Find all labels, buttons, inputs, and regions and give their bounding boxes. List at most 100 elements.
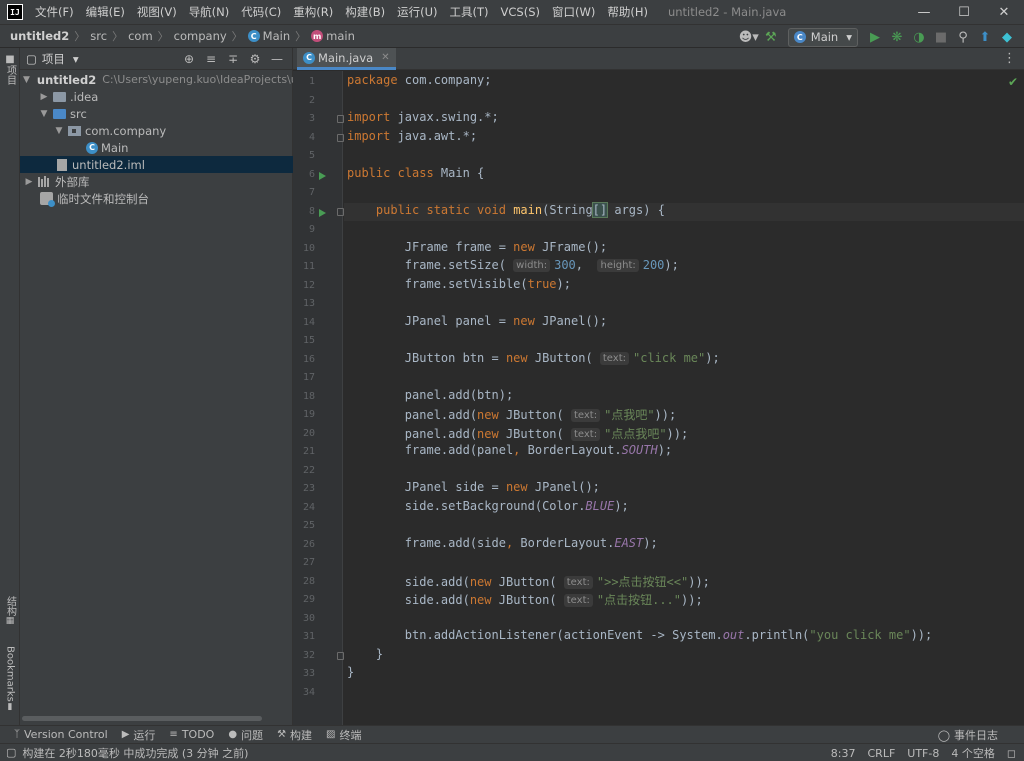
- line-number: 32: [302, 649, 315, 661]
- menu-vcs[interactable]: VCS(S): [495, 0, 546, 24]
- line-separator[interactable]: CRLF: [868, 747, 896, 760]
- indent-setting[interactable]: 4 个空格: [951, 745, 995, 761]
- menu-view[interactable]: 视图(V): [131, 0, 183, 24]
- version-control-tool-button[interactable]: ᛉ Version Control: [14, 728, 108, 741]
- structure-tool-button[interactable]: 结构 ▦: [0, 596, 20, 626]
- code-editor[interactable]: ✔ package com.company; import javax.swin…: [344, 71, 1024, 725]
- breadcrumb-main-method-label: main: [326, 29, 355, 43]
- update-icon[interactable]: ⬆: [974, 26, 996, 48]
- iml-file-icon: [57, 158, 67, 171]
- problems-tool-button[interactable]: ● 问题: [228, 727, 263, 743]
- maximize-icon[interactable]: ☐: [944, 0, 984, 24]
- stop-icon[interactable]: ■: [930, 26, 952, 48]
- debug-bug-icon[interactable]: ❋: [886, 26, 908, 48]
- project-view-selector[interactable]: ▢ 项目 ▾: [26, 51, 79, 67]
- run-gutter-icon[interactable]: [319, 208, 326, 217]
- close-window-icon[interactable]: ✕: [984, 0, 1024, 24]
- line-number: 13: [302, 298, 315, 309]
- search-icon[interactable]: ⚲: [952, 26, 974, 48]
- plugin-logo-icon[interactable]: ◆: [996, 26, 1018, 48]
- menu-help[interactable]: 帮助(H): [601, 0, 654, 24]
- fold-icon[interactable]: [337, 133, 344, 142]
- line-number: 9: [308, 224, 315, 235]
- run-toolbar: ☻▾ ⚒ C Main ▾ ▶ ❋ ◑ ■ ⚲ ⬆ ◆: [738, 25, 1018, 49]
- tree-item-package[interactable]: ▼ com.company: [20, 122, 293, 139]
- breadcrumb-project[interactable]: untitled2: [10, 29, 69, 43]
- code-line: frame.setVisible(true);: [347, 276, 571, 291]
- run-gutter-icon[interactable]: [319, 171, 326, 180]
- minimize-icon[interactable]: —: [904, 0, 944, 24]
- chevron-down-icon: ▼: [55, 125, 63, 136]
- line-number: 4: [308, 131, 315, 143]
- terminal-icon: ▨: [326, 729, 336, 740]
- expand-all-icon[interactable]: ≡: [200, 52, 222, 66]
- run-icon[interactable]: ▶: [864, 26, 886, 48]
- menu-file[interactable]: 文件(F): [29, 0, 80, 24]
- build-hammer-icon[interactable]: ⚒: [760, 26, 782, 48]
- tab-main-java[interactable]: C Main.java ✕: [297, 48, 396, 70]
- user-account-icon[interactable]: ☻▾: [738, 26, 760, 48]
- menu-tools[interactable]: 工具(T): [444, 0, 495, 24]
- collapse-all-icon[interactable]: ∓: [222, 52, 244, 66]
- code-string: "click me": [633, 350, 706, 365]
- line-number: 27: [302, 557, 315, 568]
- inspection-ok-icon[interactable]: ✔: [1008, 75, 1018, 89]
- menu-run[interactable]: 运行(U): [391, 0, 443, 24]
- line-number: 6: [308, 168, 315, 180]
- menu-build[interactable]: 构建(B): [339, 0, 391, 24]
- code-line-current: public static void main(String[] args) {: [344, 201, 1024, 221]
- code-line: package com.company;: [347, 73, 492, 87]
- close-tab-icon[interactable]: ✕: [381, 52, 389, 63]
- tree-item-iml-file[interactable]: untitled2.iml: [20, 156, 293, 173]
- event-log-tool-button[interactable]: ◯ 事件日志: [938, 726, 998, 744]
- tree-item-scratches[interactable]: 临时文件和控制台: [20, 190, 293, 207]
- tool-button-label: 问题: [241, 728, 264, 742]
- run-tool-button[interactable]: ▶ 运行: [122, 727, 156, 743]
- menu-edit[interactable]: 编辑(E): [80, 0, 131, 24]
- tree-item-src[interactable]: ▼ src: [20, 105, 293, 122]
- coverage-icon[interactable]: ◑: [908, 26, 930, 48]
- code-line: frame.setSize( width: 300, height: 200);: [347, 258, 679, 272]
- lock-icon[interactable]: ◻: [1007, 747, 1016, 760]
- tree-item-main-class[interactable]: C Main: [20, 139, 293, 156]
- breadcrumb-main-class[interactable]: C Main: [247, 29, 290, 43]
- code-line: public class Main {: [347, 165, 485, 180]
- caret-position[interactable]: 8:37: [831, 747, 856, 760]
- chevron-down-icon: ▾: [846, 30, 852, 44]
- project-view-icon: ▢: [26, 51, 37, 66]
- tree-item-external-libraries[interactable]: ▶ 外部库: [20, 173, 293, 190]
- more-vertical-icon[interactable]: ⋮: [1003, 51, 1016, 66]
- breadcrumb-com[interactable]: com: [128, 29, 153, 43]
- line-number: 16: [302, 353, 315, 365]
- menu-navigate[interactable]: 导航(N): [183, 0, 236, 24]
- horizontal-scrollbar[interactable]: [22, 716, 262, 721]
- tree-item-project-root[interactable]: ▼ untitled2 C:\Users\yupeng.kuo\IdeaProj…: [20, 71, 305, 88]
- breadcrumb-main-method[interactable]: m main: [311, 29, 355, 43]
- run-configuration-select[interactable]: C Main ▾: [787, 27, 858, 47]
- fold-icon[interactable]: [337, 207, 344, 216]
- build-tool-button[interactable]: ⚒ 构建: [277, 727, 312, 743]
- code-line: panel.add(btn);: [347, 387, 514, 402]
- menu-window[interactable]: 窗口(W): [546, 0, 601, 24]
- project-tool-button[interactable]: ■ 项目: [0, 54, 20, 85]
- fold-icon[interactable]: [337, 651, 344, 660]
- line-number: 8: [308, 205, 315, 217]
- menu-code[interactable]: 代码(C): [235, 0, 287, 24]
- tree-item-idea[interactable]: ▶ .idea: [20, 88, 293, 105]
- todo-tool-button[interactable]: ≡ TODO: [169, 728, 214, 741]
- project-root-path: C:\Users\yupeng.kuo\IdeaProjects\un: [102, 73, 305, 86]
- gear-icon[interactable]: ⚙: [244, 52, 266, 66]
- bookmarks-tool-button[interactable]: Bookmarks ▮: [0, 646, 20, 712]
- code-number: 200: [642, 258, 665, 272]
- breadcrumb-src[interactable]: src: [90, 29, 107, 43]
- fold-icon[interactable]: [337, 115, 344, 123]
- menu-refactor[interactable]: 重构(R): [287, 0, 339, 24]
- terminal-tool-button[interactable]: ▨ 终端: [326, 727, 361, 743]
- hide-panel-icon[interactable]: —: [266, 52, 288, 66]
- param-hint: text:: [570, 427, 601, 441]
- param-hint: text:: [563, 594, 593, 607]
- locate-target-icon[interactable]: ⊕: [178, 52, 200, 66]
- file-encoding[interactable]: UTF-8: [907, 747, 939, 760]
- breadcrumb-company[interactable]: company: [174, 29, 227, 43]
- status-message[interactable]: ▢ 构建在 2秒180毫秒 中成功完成 (3 分钟 之前): [6, 745, 248, 761]
